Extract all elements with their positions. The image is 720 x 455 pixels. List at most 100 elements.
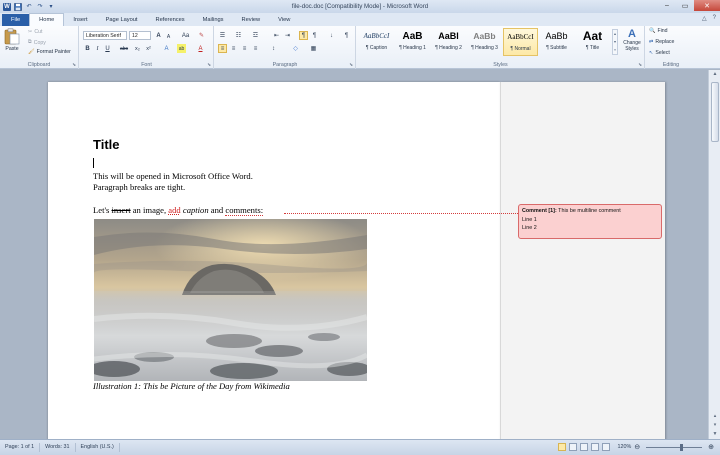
increase-indent-icon[interactable]: ⇥ — [283, 31, 292, 40]
find-button[interactable]: 🔍 Find — [649, 28, 668, 34]
copy-button[interactable]: ⧉ Copy — [28, 39, 46, 46]
font-launcher-icon[interactable]: ⬊ — [207, 62, 211, 68]
save-icon[interactable] — [14, 2, 22, 11]
font-color-icon[interactable]: A — [196, 44, 205, 53]
text-effects-icon[interactable]: A — [162, 44, 171, 53]
paragraph-line-3[interactable]: Let's insert an image, add caption and c… — [93, 205, 264, 216]
web-layout-view-icon[interactable] — [580, 443, 589, 451]
minimize-ribbon-icon[interactable]: △ — [702, 15, 707, 22]
shrink-font-icon[interactable]: A — [164, 32, 173, 41]
word-app-icon[interactable]: W — [3, 2, 11, 11]
style-heading-3[interactable]: AaBb ¶ Heading 3 — [467, 28, 502, 56]
status-language[interactable]: English (U.S.) — [76, 443, 120, 452]
styles-gallery-scroll[interactable]: ▴ ▾ ▿ — [612, 29, 618, 55]
document-title[interactable]: Title — [93, 137, 120, 152]
sort-icon[interactable]: ↓ — [327, 31, 336, 40]
format-painter-button[interactable]: 🖌 Format Painter — [28, 49, 71, 55]
scrollbar-thumb[interactable] — [711, 82, 719, 142]
redo-icon[interactable]: ↷ — [36, 3, 44, 11]
image-caption[interactable]: Illustration 1: This be Picture of the D… — [93, 381, 290, 391]
right-to-left-icon[interactable]: ¶ — [310, 31, 319, 40]
borders-icon[interactable]: ▦ — [309, 44, 318, 53]
paragraph-line-1[interactable]: This will be opened in Microsoft Office … — [93, 171, 253, 181]
italic-text: caption — [182, 205, 209, 215]
shading-icon[interactable]: ◇ — [291, 44, 300, 53]
tab-review[interactable]: Review — [233, 14, 270, 26]
maximize-button[interactable]: ▭ — [676, 0, 694, 11]
bold-icon[interactable]: B — [83, 44, 92, 53]
close-button[interactable]: ✕ — [694, 0, 720, 11]
tab-mailings[interactable]: Mailings — [194, 14, 233, 26]
zoom-slider-knob[interactable] — [680, 443, 684, 451]
status-bar: Page: 1 of 1 Words: 31 English (U.S.) 12… — [0, 439, 720, 455]
change-case-icon[interactable]: Aa — [181, 31, 190, 40]
font-size-dropdown[interactable]: 12 — [129, 31, 151, 40]
align-right-icon[interactable]: ≡ — [240, 44, 249, 53]
scroll-down-icon[interactable]: ▼ — [709, 430, 720, 439]
status-words[interactable]: Words: 31 — [40, 443, 76, 452]
subscript-icon[interactable]: x₂ — [133, 44, 142, 53]
tab-view[interactable]: View — [269, 14, 299, 26]
decrease-indent-icon[interactable]: ⇤ — [272, 31, 281, 40]
style-title[interactable]: Aat ¶ Title — [575, 28, 610, 56]
paste-button[interactable]: Paste — [4, 28, 20, 52]
format-painter-label: Format Painter — [36, 49, 71, 55]
zoom-slider[interactable] — [646, 443, 703, 451]
style-heading-1-name: ¶ Heading 1 — [399, 45, 426, 51]
help-icon[interactable]: ? — [713, 15, 716, 22]
full-screen-reading-view-icon[interactable] — [569, 443, 578, 451]
tab-home[interactable]: Home — [29, 13, 65, 26]
font-name-dropdown[interactable]: Liberation Serif — [83, 31, 127, 40]
justify-icon[interactable]: ≡ — [251, 44, 260, 53]
line-spacing-icon[interactable]: ↕ — [269, 44, 278, 53]
draft-view-icon[interactable] — [602, 443, 611, 451]
cut-button[interactable]: ✂ Cut — [28, 29, 42, 35]
tab-insert[interactable]: Insert — [64, 14, 96, 26]
style-subtitle[interactable]: AaBb ¶ Subtitle — [539, 28, 574, 56]
superscript-icon[interactable]: x² — [144, 44, 153, 53]
tab-page-layout[interactable]: Page Layout — [97, 14, 147, 26]
status-page[interactable]: Page: 1 of 1 — [0, 443, 41, 452]
tab-file[interactable]: File — [2, 14, 30, 26]
cut-label: Cut — [34, 29, 43, 35]
style-caption[interactable]: AaBbCcI ¶ Caption — [359, 28, 394, 56]
replace-button[interactable]: ⇄ Replace — [649, 39, 674, 45]
style-normal[interactable]: AaBbCcI ¶ Normal — [503, 28, 538, 56]
show-marks-icon[interactable]: ¶ — [342, 31, 351, 40]
customize-qat-icon[interactable]: ▾ — [47, 3, 55, 11]
select-button[interactable]: ↖ Select — [649, 50, 670, 56]
change-styles-button[interactable]: A Change Styles — [621, 28, 643, 52]
clipboard-launcher-icon[interactable]: ⬊ — [72, 62, 76, 68]
scroll-up-icon[interactable]: ▲ — [709, 70, 720, 79]
highlight-icon[interactable]: ab — [177, 44, 186, 53]
document-image[interactable] — [94, 219, 367, 381]
italic-icon[interactable]: I — [93, 44, 102, 53]
style-heading-2[interactable]: AaBl ¶ Heading 2 — [431, 28, 466, 56]
strikethrough-icon[interactable]: abc — [118, 44, 130, 53]
minimize-button[interactable]: – — [658, 0, 676, 11]
styles-launcher-icon[interactable]: ⬊ — [638, 62, 642, 68]
print-layout-view-icon[interactable] — [558, 443, 567, 451]
undo-icon[interactable]: ↶ — [25, 3, 33, 11]
zoom-in-icon[interactable]: ⊕ — [708, 443, 714, 451]
comment-balloon[interactable]: Comment [1]: This be multiline comment L… — [518, 204, 662, 239]
paragraph-line-2[interactable]: Paragraph breaks are tight. — [93, 182, 185, 192]
zoom-out-icon[interactable]: ⊖ — [634, 443, 640, 451]
align-center-icon[interactable]: ≡ — [229, 44, 238, 53]
zoom-level[interactable]: 120% — [617, 444, 631, 450]
left-to-right-icon[interactable]: ¶ — [299, 31, 308, 40]
numbering-icon[interactable]: ☷ — [234, 31, 243, 40]
underline-icon[interactable]: U — [103, 44, 112, 53]
vertical-scrollbar[interactable]: ▲ ▴ ▾ ▼ — [708, 70, 720, 439]
style-heading-1[interactable]: AaB ¶ Heading 1 — [395, 28, 430, 56]
scroll-prev-page-icon[interactable]: ▴ — [709, 412, 720, 421]
multilevel-list-icon[interactable]: ☲ — [251, 31, 260, 40]
grow-font-icon[interactable]: A — [154, 31, 163, 40]
paragraph-launcher-icon[interactable]: ⬊ — [349, 62, 353, 68]
bullets-icon[interactable]: ☰ — [218, 31, 227, 40]
align-left-icon[interactable]: ≡ — [218, 44, 227, 53]
outline-view-icon[interactable] — [591, 443, 600, 451]
tab-references[interactable]: References — [147, 14, 194, 26]
clear-formatting-icon[interactable]: ✎ — [197, 31, 206, 40]
scroll-next-page-icon[interactable]: ▾ — [709, 421, 720, 430]
